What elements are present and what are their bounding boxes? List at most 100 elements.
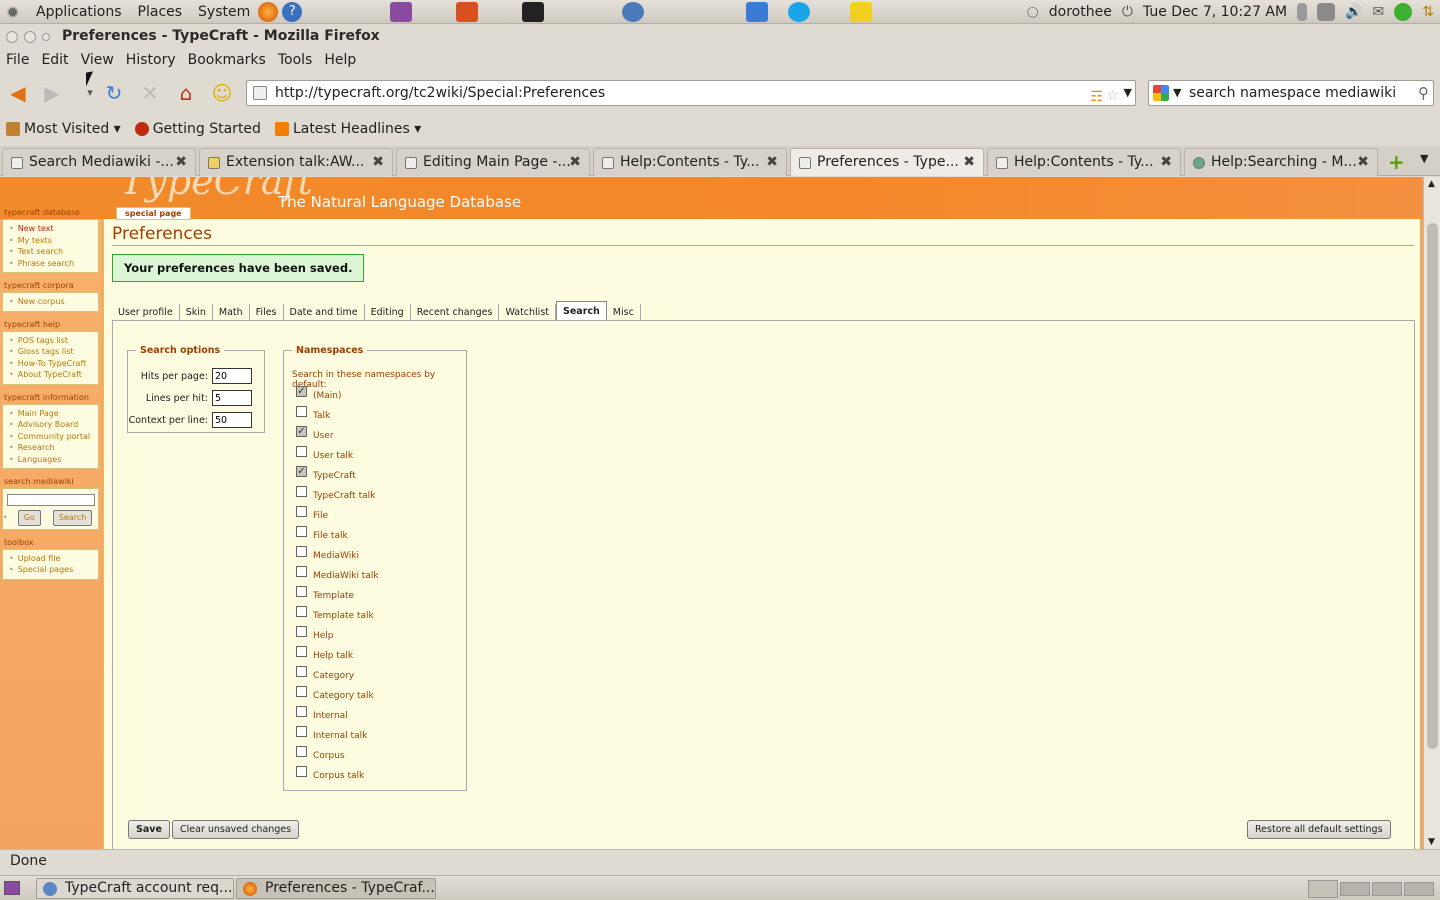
namespace-item[interactable]: Internal talk — [296, 726, 367, 741]
namespace-item[interactable]: User talk — [296, 446, 353, 461]
bookmark-star-icon[interactable]: ☆ — [1106, 84, 1119, 108]
sidebar-go-button[interactable]: Go — [17, 510, 41, 526]
help-launcher-icon[interactable]: ? — [282, 2, 303, 22]
bluetooth-icon[interactable] — [1297, 3, 1308, 21]
terminal-launcher-icon[interactable] — [522, 2, 545, 22]
home-icon[interactable]: ⌂ — [174, 82, 198, 104]
engine-dropdown-icon[interactable]: ▼ — [1173, 81, 1181, 105]
tab-math[interactable]: Math — [212, 304, 250, 321]
update-ok-icon[interactable] — [1394, 3, 1413, 21]
namespace-label[interactable]: Template talk — [313, 611, 374, 621]
bookmark-getting-started[interactable]: Getting Started — [134, 121, 261, 137]
workspace-firefox-icon[interactable] — [1308, 880, 1338, 898]
namespace-label[interactable]: File talk — [313, 531, 348, 541]
gnome-foot-icon[interactable]: ✹ — [6, 3, 28, 22]
stop-icon[interactable]: ✕ — [138, 82, 162, 104]
lines-per-hit-input[interactable] — [212, 390, 252, 406]
namespace-checkbox[interactable] — [296, 406, 307, 417]
namespace-label[interactable]: MediaWiki — [313, 551, 359, 561]
applications-menu[interactable]: Applications — [28, 0, 130, 24]
namespace-label[interactable]: Help talk — [313, 651, 353, 661]
url-text[interactable]: http://typecraft.org/tc2wiki/Special:Pre… — [275, 85, 605, 101]
tab-user-profile[interactable]: User profile — [112, 304, 180, 321]
sidebar-link-new-corpus[interactable]: New corpus — [9, 296, 98, 308]
web-search-box[interactable]: ▼ search namespace mediawiki ⚲ — [1148, 80, 1434, 106]
mail-icon[interactable]: ✉ — [1373, 4, 1385, 20]
chat-launcher-icon[interactable] — [622, 2, 645, 22]
namespace-label[interactable]: TypeCraft — [313, 471, 356, 481]
window-titlebar[interactable]: Preferences - TypeCraft - Mozilla Firefo… — [0, 25, 1440, 49]
menu-file[interactable]: File — [0, 49, 35, 71]
minimize-window-icon[interactable] — [24, 31, 36, 43]
tab-files[interactable]: Files — [249, 304, 284, 321]
namespace-item[interactable]: Category — [296, 666, 354, 681]
close-tab-icon[interactable]: ✖ — [963, 149, 975, 176]
tab-watchlist[interactable]: Watchlist — [499, 304, 556, 321]
tab-list-icon[interactable]: ▼ — [1420, 152, 1428, 165]
sidebar-link-pos-tags[interactable]: POS tags list — [9, 335, 98, 347]
namespace-label[interactable]: Template — [313, 591, 354, 601]
namespace-item[interactable]: Help — [296, 626, 334, 641]
tab-search[interactable]: Search — [556, 301, 607, 321]
show-desktop-icon[interactable] — [4, 881, 20, 895]
namespace-checkbox[interactable] — [296, 526, 307, 537]
workspace-2[interactable] — [1340, 882, 1370, 896]
system-menu[interactable]: System — [190, 0, 258, 24]
namespace-item[interactable]: TypeCraft talk — [296, 486, 375, 501]
back-icon[interactable]: ◀ — [6, 82, 30, 104]
sidebar-search-button[interactable]: Search — [52, 510, 93, 526]
monitor-launcher-icon[interactable] — [746, 2, 769, 22]
menu-view[interactable]: View — [75, 49, 120, 71]
sidebar-link-community-portal[interactable]: Community portal — [9, 431, 98, 443]
bookmark-most-visited[interactable]: Most Visited ▾ — [6, 121, 121, 137]
sidebar-link-special-pages[interactable]: Special pages — [9, 564, 98, 576]
tab-editing[interactable]: Editing — [364, 304, 411, 321]
sidebar-link-text-search[interactable]: Text search — [9, 246, 98, 258]
namespace-label[interactable]: File — [313, 511, 328, 521]
namespace-item[interactable]: Category talk — [296, 686, 374, 701]
close-tab-icon[interactable]: ✖ — [372, 149, 384, 176]
menu-bookmarks[interactable]: Bookmarks — [182, 49, 272, 71]
sidebar-link-my-texts[interactable]: My texts — [9, 235, 98, 247]
namespace-checkbox[interactable] — [296, 446, 307, 457]
namespace-label[interactable]: Category talk — [313, 691, 374, 701]
notes-launcher-icon[interactable] — [850, 2, 873, 22]
special-page-tab[interactable]: special page — [116, 207, 191, 220]
tab-help-contents-2[interactable]: Help:Contents - Ty... ✖ — [987, 148, 1181, 176]
namespace-item[interactable]: File talk — [296, 526, 348, 541]
namespace-checkbox[interactable] — [296, 686, 307, 697]
home-folder-launcher-icon[interactable] — [456, 2, 479, 22]
tab-date-and-time[interactable]: Date and time — [283, 304, 365, 321]
url-dropdown-icon[interactable]: ▼ — [1124, 81, 1132, 105]
namespace-item[interactable]: Template talk — [296, 606, 374, 621]
namespace-label[interactable]: User talk — [313, 451, 353, 461]
workspace-3[interactable] — [1372, 882, 1402, 896]
scroll-down-icon[interactable]: ▼ — [1428, 837, 1435, 847]
search-icon[interactable]: ⚲ — [1418, 81, 1429, 105]
sidebar-link-gloss-tags[interactable]: Gloss tags list — [9, 346, 98, 358]
taskbar-item-preferences[interactable]: Preferences - TypeCraf... — [236, 878, 436, 899]
places-menu[interactable]: Places — [130, 0, 191, 24]
close-tab-icon[interactable]: ✖ — [766, 149, 778, 176]
tab-editing-main-page[interactable]: Editing Main Page -... ✖ — [396, 148, 590, 176]
namespace-item[interactable]: Corpus — [296, 746, 345, 761]
namespace-checkbox[interactable] — [296, 666, 307, 677]
rss-feed-icon[interactable]: ☶ — [1090, 85, 1103, 109]
close-tab-icon[interactable]: ✖ — [175, 149, 187, 176]
google-engine-icon[interactable] — [1153, 85, 1169, 101]
close-window-icon[interactable] — [6, 31, 18, 43]
save-button[interactable]: Save — [128, 820, 170, 839]
reload-icon[interactable]: ↻ — [102, 82, 126, 104]
restore-defaults-button[interactable]: Restore all default settings — [1247, 820, 1391, 839]
screen-launcher-icon[interactable] — [390, 2, 413, 22]
namespace-checkbox[interactable]: ✓ — [296, 426, 307, 437]
sidebar-link-about[interactable]: About TypeCraft — [9, 369, 98, 381]
namespace-item[interactable]: ✓ User — [296, 426, 334, 441]
update-manager-icon[interactable]: ⇅ — [1422, 4, 1434, 20]
namespace-checkbox[interactable] — [296, 726, 307, 737]
url-bar[interactable]: http://typecraft.org/tc2wiki/Special:Pre… — [246, 80, 1136, 106]
tab-skin[interactable]: Skin — [179, 304, 213, 321]
namespace-checkbox[interactable] — [296, 766, 307, 777]
namespace-checkbox[interactable]: ✓ — [296, 386, 307, 397]
namespace-checkbox[interactable] — [296, 486, 307, 497]
